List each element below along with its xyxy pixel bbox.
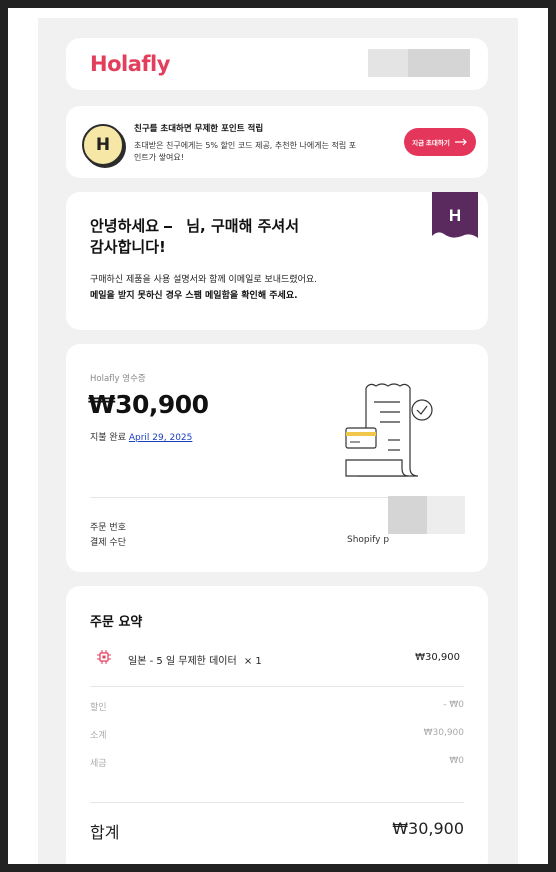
payment-method-value: Shopify p [347,535,390,545]
payment-status: 지불 완료 April 29, 2025 [90,430,192,443]
greeting-line2: 감사합니다! [90,238,166,256]
subtotal-label: 소계 [90,731,107,741]
summary-item: 일본 - 5 일 무제한 데이터 × 1 [128,652,262,667]
email-body: Holafly H 친구를 초대하면 무제한 포인트 적립 초대받은 친구에게는… [38,18,518,864]
spam-notice: 메일을 받지 못하신 경우 스팸 메일함을 확인해 주세요. [90,291,298,301]
order-summary-card: 주문 요약 일본 - 5 일 무제한 데이터 × 1 ₩30,900 할인 - … [66,586,488,864]
tax-label: 세금 [90,759,107,769]
summary-divider [90,686,464,687]
order-number-label: 주문 번호 [90,523,126,533]
holafly-logo: Holafly [90,52,170,76]
paid-label: 지불 완료 [90,433,126,443]
referral-description: 초대받은 친구에게는 5% 할인 코드 제공, 추천한 나에게는 적립 포인트가… [134,141,357,162]
tax-value: ₩0 [449,756,464,766]
redacted-order-number [427,496,465,534]
invite-button-label: 지금 초대하기 [412,140,450,147]
greeting-hello: 안녕하세요 [90,217,160,235]
referral-card: H 친구를 초대하면 무제한 포인트 적립 초대받은 친구에게는 5% 할인 코… [66,106,488,178]
arrow-right-icon [454,138,467,146]
redacted-block [368,49,408,77]
greeting-heading: 안녕하세요 님, 구매해 주셔서 감사합니다! [90,216,299,258]
total-label: 합계 [90,823,120,842]
payment-method-label: 결제 수단 [90,538,126,548]
receipt-amount: ₩30,900 [88,390,209,419]
redacted-order-number [388,496,427,534]
redacted-name [164,216,186,237]
subtotal-value: ₩30,900 [423,728,464,738]
header-card: Holafly [66,38,488,90]
item-name: 일본 - 5 일 무제한 데이터 [128,656,237,667]
receipt-card: Holafly 영수증 ₩30,900 지불 완료 April 29, 2025 [66,344,488,572]
greeting-body: 구매하신 제품을 사용 설명서와 함께 이메일로 보내드렸어요. [90,275,318,285]
item-price: ₩30,900 [415,652,460,663]
total-divider [90,802,464,803]
redacted-block [408,49,470,77]
greeting-thanks: 님, 구매해 주셔서 [186,217,299,235]
summary-title: 주문 요약 [90,615,143,630]
greeting-card: H 안녕하세요 님, 구매해 주셔서 감사합니다! 구매하신 제품을 사용 설명… [66,192,488,330]
referral-title: 친구를 초대하면 무제한 포인트 적립 [134,124,264,134]
holafly-coin-icon: H [82,124,124,166]
paid-date-link[interactable]: April 29, 2025 [129,433,193,443]
flag-letter: H [449,206,461,225]
holafly-flag-icon: H [432,192,478,238]
chip-icon [97,650,111,664]
email-frame: Holafly H 친구를 초대하면 무제한 포인트 적립 초대받은 친구에게는… [8,8,548,864]
invite-now-button[interactable]: 지금 초대하기 [404,128,476,156]
total-value: ₩30,900 [392,819,464,838]
receipt-label: Holafly 영수증 [90,374,146,384]
discount-value: - ₩0 [443,700,464,710]
discount-label: 할인 [90,703,107,713]
receipt-illustration-icon [345,383,433,477]
item-quantity: × 1 [243,656,262,667]
